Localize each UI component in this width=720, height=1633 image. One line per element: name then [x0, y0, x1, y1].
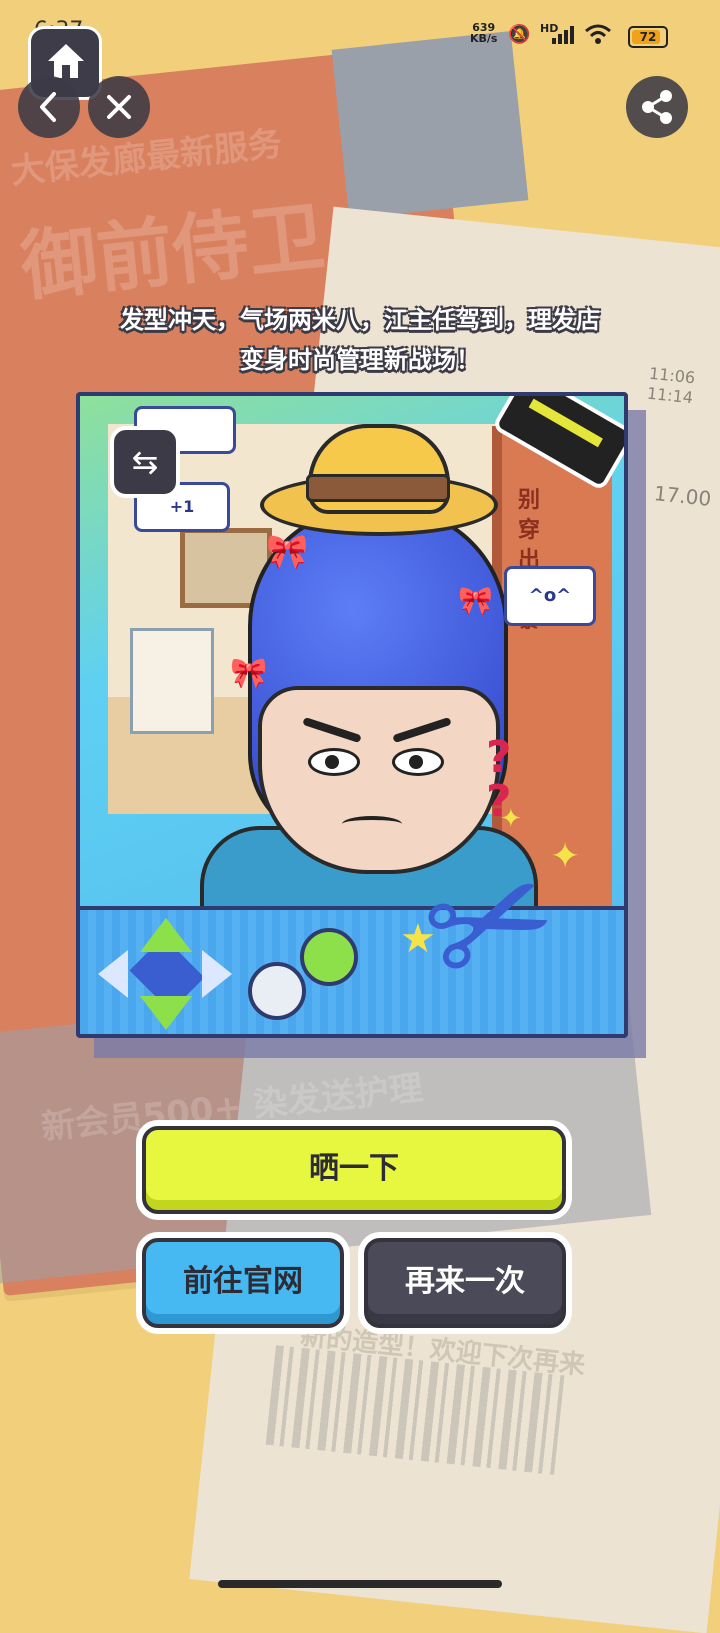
right-eyebrow	[392, 716, 452, 744]
share-result-label: 晒一下	[142, 1126, 566, 1214]
back-button[interactable]	[18, 76, 80, 138]
battery-icon: 72	[628, 26, 668, 48]
right-eye	[392, 748, 444, 776]
network-speed-unit: KB/s	[470, 32, 498, 45]
play-again-label: 再来一次	[364, 1238, 566, 1328]
speech-bubble: ^o^	[504, 566, 596, 626]
caption-line-2: 变身时尚管理新战场！	[240, 346, 480, 374]
caption-line-1: 发型冲天，气场两米八，江主任驾到，理发店	[120, 306, 600, 334]
hat-band-front	[306, 474, 450, 502]
left-eyebrow	[302, 716, 362, 744]
star-icon: ✦	[550, 836, 581, 877]
network-speed: 639 KB/s	[470, 22, 497, 44]
signal-icon	[552, 26, 576, 49]
left-eye	[308, 748, 360, 776]
dpad-down-icon	[140, 996, 192, 1030]
photo-frame: 别穿出城暴 🎀 🎀 🎀 ^o^ ?? ✦ ✦ +1 ⇆ ★ ✂	[76, 392, 628, 1038]
share-icon	[642, 90, 672, 124]
battery-level: 72	[639, 30, 657, 44]
wifi-icon	[584, 24, 612, 49]
dpad-up-icon	[140, 918, 192, 952]
green-round-button-icon	[300, 928, 358, 986]
pink-bow-icon: 🎀	[230, 656, 268, 691]
close-icon	[107, 95, 131, 119]
green-bow-icon: 🎀	[458, 584, 493, 617]
official-site-button[interactable]: 前往官网	[136, 1232, 350, 1334]
chevron-left-icon	[40, 92, 56, 122]
share-button[interactable]	[626, 76, 688, 138]
mute-icon: 🔕	[508, 24, 531, 45]
wall-certificate	[130, 628, 214, 734]
home-icon	[48, 44, 84, 78]
official-site-label: 前往官网	[142, 1238, 344, 1328]
share-result-button[interactable]: 晒一下	[136, 1120, 572, 1220]
game-controls-panel: ★ ✂	[80, 822, 624, 1034]
yellow-bow-icon: 🎀	[266, 532, 309, 572]
swap-button[interactable]: ⇆	[110, 426, 180, 498]
dpad-right-icon	[202, 950, 232, 998]
status-bar: 6:37 639 KB/s 🔕 HD 72	[0, 0, 720, 60]
play-again-button[interactable]: 再来一次	[358, 1232, 572, 1334]
home-indicator[interactable]	[218, 1580, 502, 1588]
swap-icon: ⇆	[131, 443, 159, 481]
dpad-left-icon	[98, 950, 128, 998]
result-caption: 发型冲天，气场两米八，江主任驾到，理发店 变身时尚管理新战场！	[60, 300, 660, 380]
character-mouth	[342, 816, 402, 832]
white-round-button-icon	[248, 962, 306, 1020]
close-button[interactable]	[88, 76, 150, 138]
